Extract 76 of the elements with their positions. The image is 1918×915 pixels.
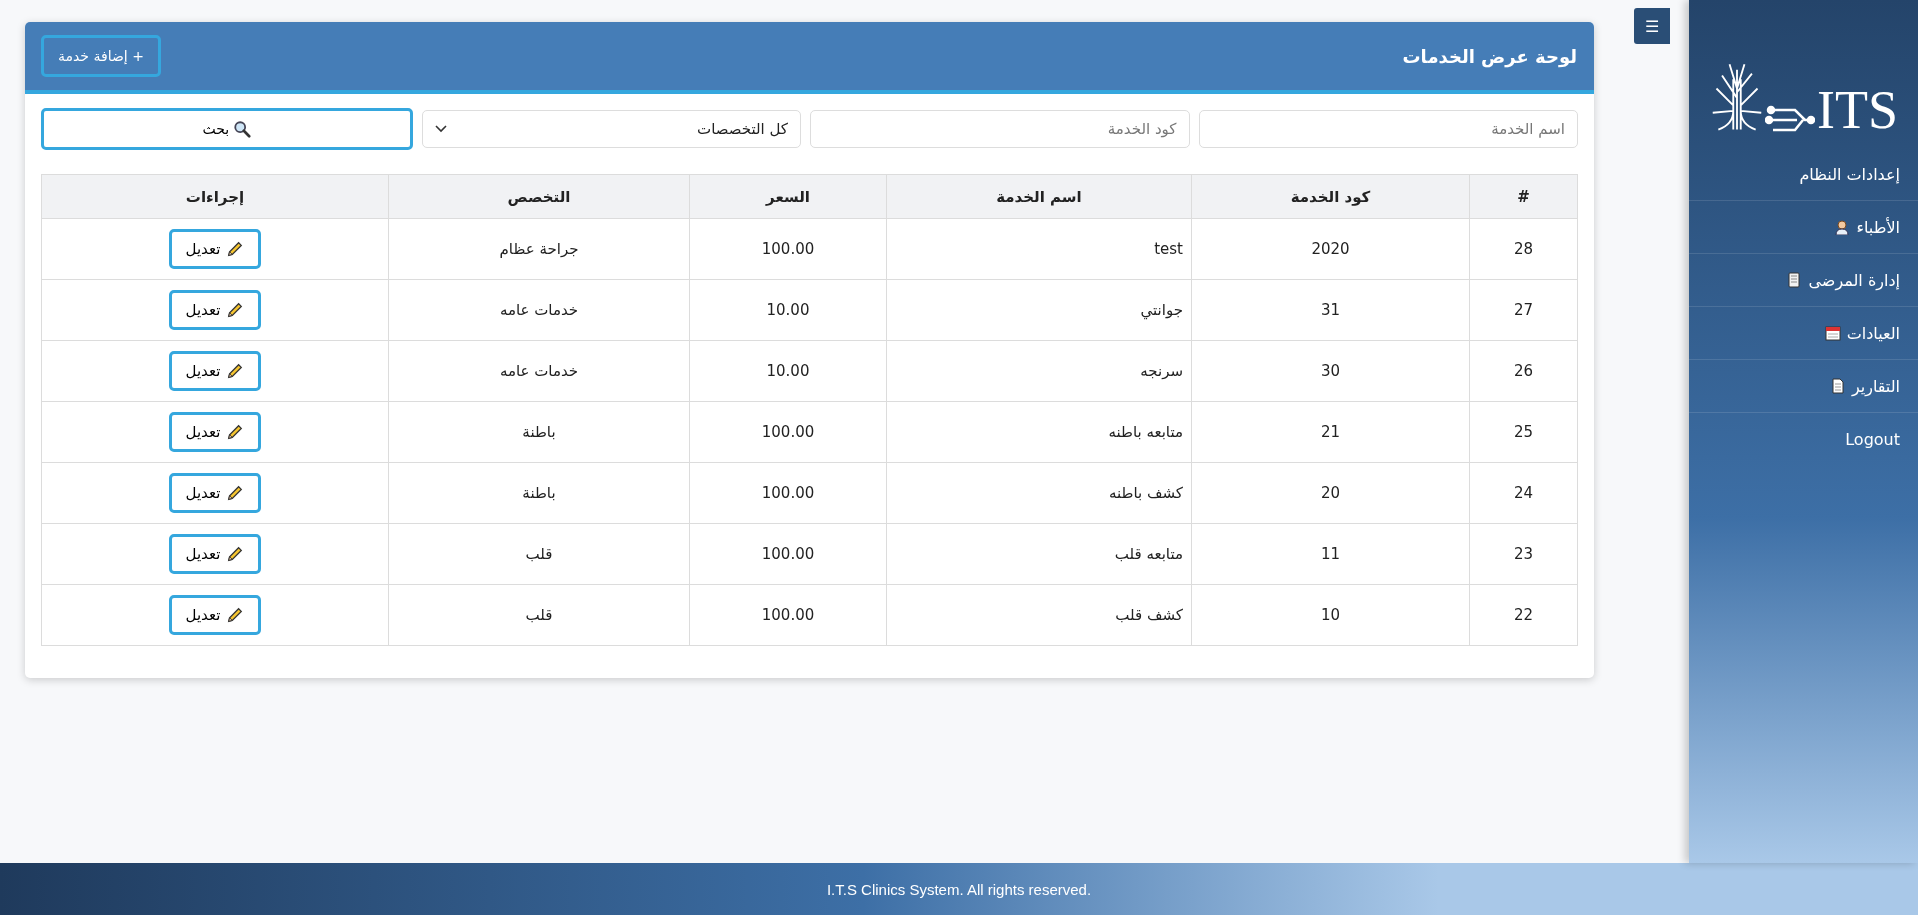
table-cell: 26 — [1469, 340, 1578, 402]
calendar-icon — [1824, 325, 1841, 341]
edit-button[interactable]: تعديل — [168, 595, 262, 635]
table-cell: 100.00 — [689, 218, 887, 280]
search-icon — [233, 120, 252, 138]
edit-button[interactable]: تعديل — [168, 290, 262, 330]
pencil-icon — [226, 606, 245, 624]
sidebar-item[interactable]: التقارير — [1689, 360, 1918, 413]
table-cell: خدمات عامه — [388, 340, 690, 402]
table-cell: test — [886, 218, 1192, 280]
table-cell: جراحة عظام — [388, 218, 690, 280]
table-cell: 11 — [1191, 523, 1470, 585]
pencil-icon — [226, 484, 245, 502]
table-cell: متابعه باطنه — [886, 401, 1192, 463]
table-cell: 100.00 — [689, 462, 887, 524]
copyright-text: I.T.S Clinics System. All rights reserved. — [826, 880, 1092, 898]
sidebar-item[interactable]: الأطباء — [1689, 201, 1918, 254]
edit-button[interactable]: تعديل — [168, 412, 262, 452]
table-cell: باطنة — [388, 462, 690, 524]
table-cell: 25 — [1469, 401, 1578, 463]
edit-button[interactable]: تعديل — [168, 473, 262, 513]
specialty-dropdown[interactable]: كل التخصصات — [421, 110, 801, 148]
table-cell: 100.00 — [689, 523, 887, 585]
chevron-icon — [434, 125, 447, 133]
table-cell: 20 — [1191, 462, 1470, 524]
search-button[interactable]: بحث — [41, 108, 413, 150]
table-cell: قلب — [388, 523, 690, 585]
pencil-icon — [226, 301, 245, 319]
column-header: كود الخدمة — [1191, 174, 1470, 219]
logo: ITS — [1689, 0, 1918, 148]
table-cell: 23 — [1469, 523, 1578, 585]
table-cell: 21 — [1191, 401, 1470, 463]
pencil-icon — [226, 545, 245, 563]
service-code-field[interactable]: كود الخدمة — [810, 110, 1190, 148]
table-cell: 100.00 — [689, 401, 887, 463]
pencil-icon — [226, 362, 245, 380]
table-cell: 30 — [1191, 340, 1470, 402]
pencil-icon — [226, 423, 245, 441]
column-header: اسم الخدمة — [886, 174, 1192, 219]
column-header: # — [1469, 174, 1578, 219]
table-cell: 31 — [1191, 279, 1470, 341]
table-cell: سرنجه — [886, 340, 1192, 402]
page-icon — [1829, 378, 1846, 394]
sidebar-item[interactable]: العيادات — [1689, 307, 1918, 360]
table-cell: 24 — [1469, 462, 1578, 524]
service-name-field[interactable]: اسم الخدمة — [1198, 110, 1578, 148]
table-cell: 2020 — [1191, 218, 1470, 280]
table-cell: 10 — [1191, 584, 1470, 646]
column-header: إجراءات — [41, 174, 389, 219]
table-cell: 22 — [1469, 584, 1578, 646]
table-cell: كشف قلب — [886, 584, 1192, 646]
edit-button[interactable]: تعديل — [168, 534, 262, 574]
table-cell: 100.00 — [689, 584, 887, 646]
table-cell: قلب — [388, 584, 690, 646]
table-cell: 28 — [1469, 218, 1578, 280]
panel-title: لوحة عرض الخدمات — [1402, 45, 1577, 67]
document-icon — [1786, 272, 1803, 288]
table-cell: 10.00 — [689, 340, 887, 402]
sidebar-item[interactable]: إعدادات النظام — [1689, 148, 1918, 201]
table-cell: باطنة — [388, 401, 690, 463]
table-cell: 10.00 — [689, 279, 887, 341]
table-cell: جوانتي — [886, 279, 1192, 341]
add-service-button[interactable]: + إضافة خدمة — [41, 35, 161, 77]
menu-toggle-button[interactable]: ☰ — [1634, 8, 1670, 44]
sidebar-item[interactable]: إدارة المرضى — [1689, 254, 1918, 307]
doctor-icon — [1834, 219, 1851, 235]
table-cell: كشف باطنه — [886, 462, 1192, 524]
edit-button[interactable]: تعديل — [168, 351, 262, 391]
table-cell: متابعه قلب — [886, 523, 1192, 585]
edit-button[interactable]: تعديل — [168, 229, 262, 269]
column-header: التخصص — [388, 174, 690, 219]
sidebar-item[interactable]: Logout — [1689, 413, 1918, 465]
pencil-icon — [226, 240, 245, 258]
column-header: السعر — [689, 174, 887, 219]
table-cell: 27 — [1469, 279, 1578, 341]
table-cell: خدمات عامه — [388, 279, 690, 341]
